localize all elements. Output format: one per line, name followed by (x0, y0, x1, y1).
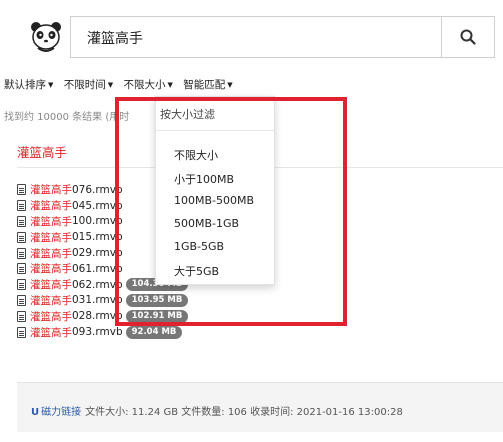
size-filter-label: 不限大小 (123, 79, 166, 91)
file-size-badge: 103.95 MB (125, 293, 189, 307)
file-icon (17, 247, 26, 259)
file-name-keyword: 灌篮高手 (30, 247, 72, 260)
chevron-down-icon: ▼ (48, 81, 54, 89)
file-icon (17, 326, 26, 338)
result-meta-info: 文件大小: 11.24 GB 文件数量: 106 收录时间: 2021-01-1… (85, 407, 403, 418)
file-name-keyword: 灌篮高手 (30, 326, 72, 339)
size-filter-dropdown[interactable]: 不限大小 ▼ (123, 77, 172, 92)
size-option-under-100mb[interactable]: 小于100MB (174, 171, 234, 187)
result-count-text: 找到约 10000 条结果 (用时 (4, 112, 130, 123)
file-icon (17, 279, 26, 291)
file-name-keyword: 灌篮高手 (30, 200, 72, 213)
file-name-rest: 061.rmvb (72, 262, 123, 275)
magnet-icon[interactable]: U (31, 407, 39, 418)
file-row: 灌篮高手 031.rmvb 103.95 MB (17, 293, 189, 309)
file-icon (17, 200, 26, 212)
match-filter-label: 智能匹配 (183, 79, 226, 91)
time-filter-dropdown[interactable]: 不限时间 ▼ (64, 77, 113, 92)
sort-filter-label: 默认排序 (4, 79, 46, 91)
file-name-keyword: 灌篮高手 (30, 310, 72, 323)
file-name-rest: 045.rmvb (72, 199, 123, 212)
search-icon (460, 29, 476, 45)
file-row: 灌篮高手 028.rmvb 102.91 MB (17, 308, 189, 324)
file-name-rest: 029.rmvb (72, 247, 123, 260)
file-name-rest: 015.rmvb (72, 231, 123, 244)
result-footer: U 磁力链接 文件大小: 11.24 GB 文件数量: 106 收录时间: 2021… (17, 382, 503, 432)
size-filter-menu: 按大小过滤 不限大小 小于100MB 100MB-500MB 500MB-1GB… (155, 96, 275, 285)
file-name-keyword: 灌篮高手 (30, 294, 72, 307)
file-row: 灌篮高手 093.rmvb 92.04 MB (17, 324, 188, 340)
size-filter-menu-header: 按大小过滤 (160, 108, 215, 121)
file-icon (17, 215, 26, 227)
sort-filter-dropdown[interactable]: 默认排序 ▼ (4, 77, 53, 92)
file-name-rest: 093.rmvb (72, 326, 123, 339)
file-name-rest: 100.rmvb (72, 215, 123, 228)
size-option-any[interactable]: 不限大小 (174, 147, 218, 163)
match-filter-dropdown[interactable]: 智能匹配 ▼ (183, 77, 232, 92)
file-name-rest: 062.rmvb (72, 278, 123, 291)
file-name-keyword: 灌篮高手 (30, 263, 72, 276)
magnet-link[interactable]: 磁力链接 (41, 407, 81, 418)
search-input[interactable]: 灌篮高手 (70, 16, 442, 58)
chevron-down-icon: ▼ (167, 81, 173, 89)
file-icon (17, 263, 26, 275)
result-title-link[interactable]: 灌篮高手 (17, 142, 67, 161)
file-icon (17, 184, 26, 196)
file-name-rest: 028.rmvb (72, 310, 123, 323)
panda-logo-icon[interactable] (28, 20, 64, 54)
chevron-down-icon: ▼ (107, 81, 114, 89)
file-size-badge: 92.04 MB (125, 325, 183, 339)
search-button[interactable] (441, 16, 495, 58)
file-icon (17, 294, 26, 306)
file-icon (17, 310, 26, 322)
size-option-over-5gb[interactable]: 大于5GB (174, 263, 219, 279)
file-name-rest: 076.rmvb (72, 183, 123, 196)
result-meta: U 磁力链接 文件大小: 11.24 GB 文件数量: 106 收录时间: 2021… (31, 403, 403, 418)
file-name-keyword: 灌篮高手 (30, 215, 72, 228)
size-option-500mb-1gb[interactable]: 500MB-1GB (174, 217, 239, 230)
file-icon (17, 231, 26, 243)
time-filter-label: 不限时间 (63, 79, 106, 91)
filter-bar: 默认排序 ▼ 不限时间 ▼ 不限大小 ▼ 智能匹配 ▼ (4, 77, 240, 93)
file-size-badge: 102.91 MB (125, 309, 189, 323)
file-name-keyword: 灌篮高手 (30, 184, 72, 197)
file-name-keyword: 灌篮高手 (30, 279, 72, 292)
chevron-down-icon: ▼ (227, 81, 233, 89)
file-name-keyword: 灌篮高手 (30, 231, 72, 244)
search-query-text[interactable]: 灌篮高手 (87, 28, 143, 48)
size-option-100mb-500mb[interactable]: 100MB-500MB (174, 194, 254, 207)
size-option-1gb-5gb[interactable]: 1GB-5GB (174, 240, 224, 253)
divider (156, 130, 274, 131)
file-name-rest: 031.rmvb (72, 294, 123, 307)
